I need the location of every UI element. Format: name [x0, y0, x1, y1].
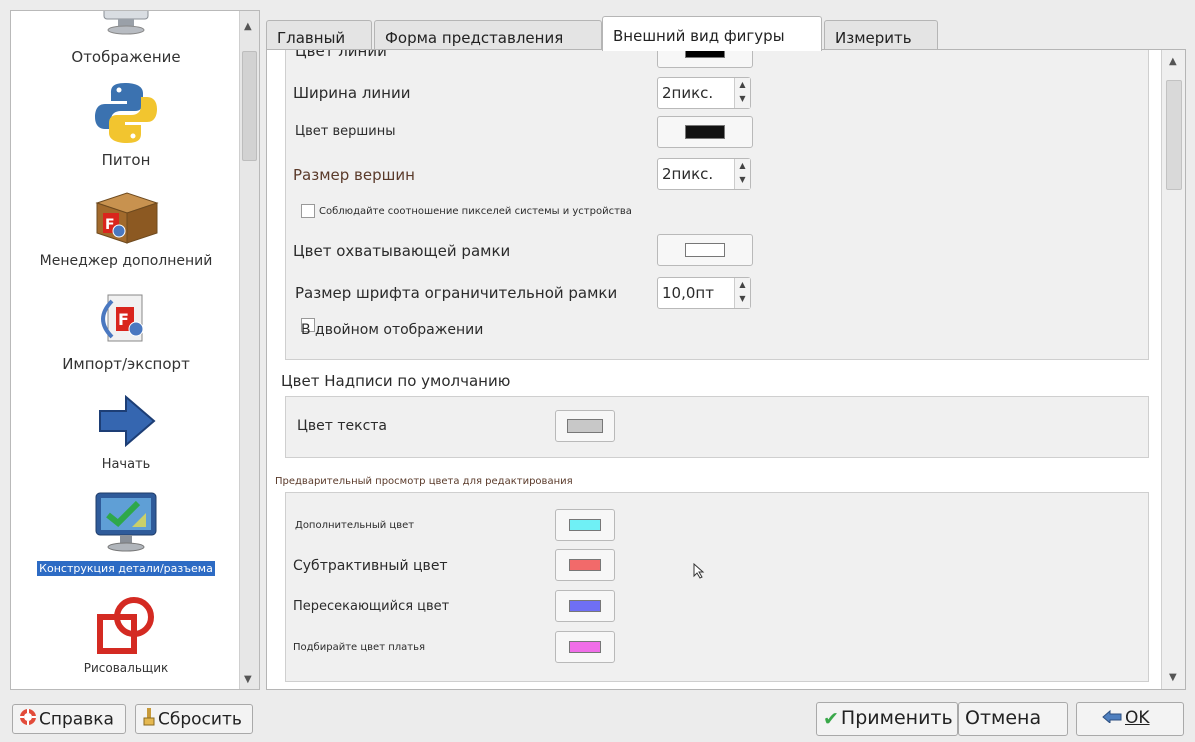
subtractive-color-swatch: [569, 559, 601, 571]
match-dress-color-swatch: [569, 641, 601, 653]
text-color-label: Цвет текста: [297, 418, 387, 434]
broom-icon: [142, 708, 156, 731]
sidebar-item-label: Начать: [101, 457, 151, 472]
default-annotation-group: [285, 396, 1149, 458]
additive-color-label: Дополнительный цвет: [295, 520, 415, 531]
match-dress-color-button[interactable]: [555, 631, 615, 663]
line-color-button[interactable]: [657, 50, 753, 68]
bbox-color-button[interactable]: [657, 234, 753, 266]
cancel-button[interactable]: Отмена: [958, 702, 1068, 736]
part-design-monitor-icon: [95, 492, 157, 552]
bbox-font-size-spinbox[interactable]: 10,0пт ▲ ▼: [657, 277, 751, 309]
sidebar-item-display[interactable]: Отображение: [11, 11, 241, 66]
pixel-ratio-checkbox[interactable]: [301, 204, 315, 218]
svg-text:F: F: [118, 310, 129, 329]
apply-button[interactable]: ✔ Применить: [816, 702, 958, 736]
apply-button-label: Применить: [840, 707, 953, 729]
line-width-spinbox[interactable]: 2пикс. ▲ ▼: [657, 77, 751, 109]
sidebar-item-part-design[interactable]: Конструкция детали/разъема: [11, 491, 241, 576]
monitor-icon: [103, 11, 149, 35]
vertex-color-swatch: [685, 125, 725, 139]
vertex-size-spinbox[interactable]: 2пикс. ▲ ▼: [657, 158, 751, 190]
tab-general[interactable]: Главный: [266, 20, 372, 50]
import-export-icon: F: [101, 294, 144, 342]
bbox-color-label: Цвет охватывающей рамки: [293, 242, 511, 260]
spin-arrows-icon[interactable]: ▲ ▼: [734, 278, 750, 308]
checkmark-icon: ✔: [823, 707, 839, 730]
line-color-label: Цвет линии: [295, 49, 387, 60]
scroll-down-arrow-icon[interactable]: ▼: [244, 674, 252, 685]
dual-display-label: В двойном отображении: [301, 322, 484, 338]
help-icon: [19, 708, 37, 731]
match-dress-color-label: Подбирайте цвет платья: [293, 642, 425, 653]
vertex-size-label: Размер вершин: [293, 166, 415, 184]
python-icon: [95, 83, 157, 143]
pixel-ratio-label: Соблюдайте соотношение пикселей системы …: [319, 206, 632, 217]
sidebar-item-start[interactable]: Начать: [11, 395, 241, 472]
reset-button[interactable]: Сбросить: [135, 704, 253, 734]
ok-button-label: OK: [1125, 708, 1150, 728]
tab-measure[interactable]: Измерить: [824, 20, 938, 50]
main-scroll-thumb[interactable]: [1166, 80, 1182, 190]
draft-shapes-icon: [97, 597, 154, 654]
additive-color-button[interactable]: [555, 509, 615, 541]
sidebar-item-label: Конструкция детали/разъема: [37, 561, 215, 576]
text-color-button[interactable]: [555, 410, 615, 442]
cancel-button-label: Отмена: [965, 707, 1042, 729]
scroll-up-arrow-icon[interactable]: ▲: [1169, 56, 1177, 67]
ok-button[interactable]: OK: [1076, 702, 1184, 736]
sidebar-item-label: Импорт/экспорт: [62, 355, 190, 373]
bbox-color-swatch: [685, 243, 725, 257]
help-button-label: Справка: [39, 709, 114, 730]
mouse-cursor-icon: [693, 563, 705, 579]
scroll-up-arrow-icon[interactable]: ▲: [244, 21, 252, 32]
sidebar-scroll-thumb[interactable]: [242, 51, 257, 161]
scroll-down-arrow-icon[interactable]: ▼: [1169, 672, 1177, 683]
color-preview-group: [285, 492, 1149, 682]
default-annotation-title: Цвет Надписи по умолчанию: [281, 372, 511, 390]
subtractive-color-label: Субтрактивный цвет: [293, 558, 448, 574]
sidebar-item-label: Рисовальщик: [83, 661, 169, 675]
sidebar-item-label: Менеджер дополнений: [39, 253, 213, 269]
line-width-label: Ширина линии: [293, 84, 411, 102]
addon-box-icon: F: [95, 192, 159, 244]
sidebar-item-import-export[interactable]: F Импорт/экспорт: [11, 291, 241, 373]
bbox-font-size-value: 10,0пт: [662, 284, 714, 302]
intersecting-color-swatch: [569, 600, 601, 612]
ok-arrow-icon: [1101, 708, 1123, 728]
vertex-size-value: 2пикс.: [662, 165, 714, 183]
spin-arrows-icon[interactable]: ▲ ▼: [734, 159, 750, 189]
tab-shape-appearance[interactable]: Внешний вид фигуры: [602, 16, 822, 51]
intersecting-color-button[interactable]: [555, 590, 615, 622]
sidebar-scrollbar[interactable]: ▲ ▼: [239, 11, 259, 689]
sidebar-item-python[interactable]: Питон: [11, 81, 241, 169]
tab-display-mode[interactable]: Форма представления: [374, 20, 602, 50]
vertex-color-button[interactable]: [657, 116, 753, 148]
sidebar-item-addon-manager[interactable]: F Менеджер дополнений: [11, 189, 241, 269]
preferences-category-list[interactable]: Отображение Питон F Менеджер дополнений …: [10, 10, 260, 690]
sidebar-item-draft[interactable]: Рисовальщик: [11, 595, 241, 675]
bbox-font-size-label: Размер шрифта ограничительной рамки: [295, 284, 618, 302]
main-scrollbar[interactable]: ▲ ▼: [1161, 50, 1185, 689]
arrow-right-icon: [99, 395, 156, 447]
shape-appearance-panel: Цвет линии Ширина линии 2пикс. ▲ ▼ Цвет в…: [266, 49, 1186, 690]
line-width-value: 2пикс.: [662, 84, 714, 102]
vertex-color-label: Цвет вершины: [295, 124, 396, 139]
color-preview-title: Предварительный просмотр цвета для редак…: [275, 476, 573, 487]
reset-button-label: Сбросить: [158, 709, 242, 730]
text-color-swatch: [567, 419, 603, 433]
additive-color-swatch: [569, 519, 601, 531]
help-button[interactable]: Справка: [12, 704, 126, 734]
spin-arrows-icon[interactable]: ▲ ▼: [734, 78, 750, 108]
sidebar-item-label: Отображение: [71, 48, 181, 66]
intersecting-color-label: Пересекающийся цвет: [293, 599, 450, 614]
sidebar-item-label: Питон: [101, 151, 151, 169]
subtractive-color-button[interactable]: [555, 549, 615, 581]
